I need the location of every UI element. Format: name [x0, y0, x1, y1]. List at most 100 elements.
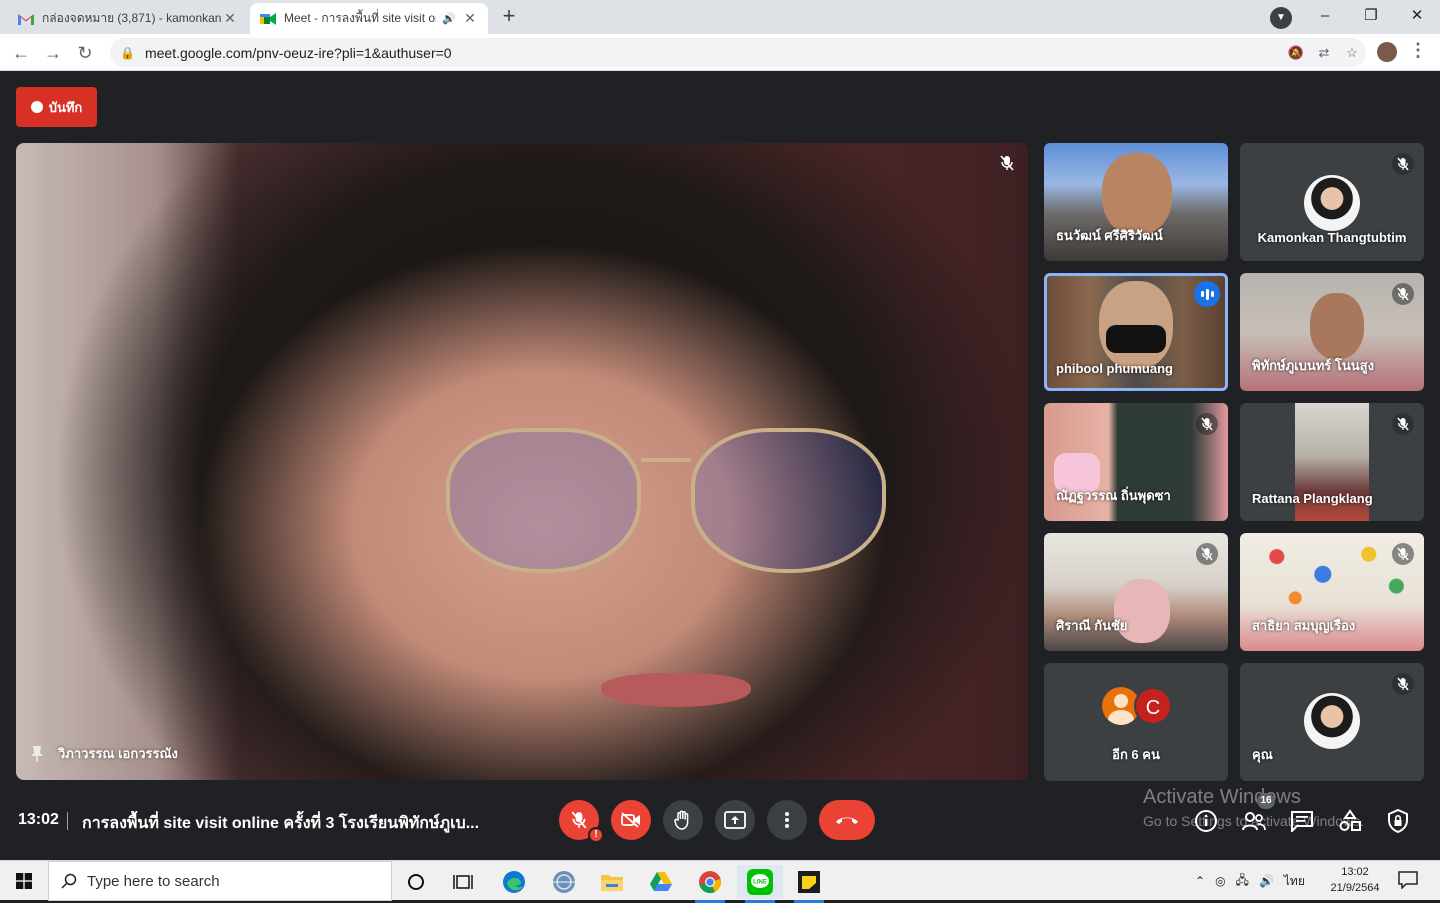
- meeting-time: 13:02: [18, 811, 59, 828]
- reload-icon[interactable]: ↻: [72, 40, 98, 66]
- present-screen-icon: [724, 811, 746, 829]
- raise-hand-button[interactable]: [663, 800, 703, 840]
- forward-icon[interactable]: →: [40, 40, 66, 66]
- record-dot-icon: [30, 101, 43, 113]
- network-globe-icon[interactable]: [541, 865, 587, 899]
- activities-button[interactable]: [1336, 807, 1364, 835]
- more-options-button[interactable]: [767, 800, 807, 840]
- chat-icon: [1291, 811, 1313, 832]
- cortana-icon[interactable]: [393, 865, 439, 899]
- address-bar[interactable]: 🔒 meet.google.com/pnv-oeuz-ire?pli=1&aut…: [110, 38, 1366, 67]
- line-icon[interactable]: LINE: [737, 865, 783, 903]
- participant-tile[interactable]: ศิราณี กันชัย: [1044, 533, 1228, 651]
- browser-tab-bar: กล่องจดหมาย (3,871) - kamonkan.t ✕ Meet …: [0, 0, 1440, 34]
- participant-tile[interactable]: Rattana Plangklang: [1240, 403, 1424, 521]
- audio-playing-icon[interactable]: 🔊: [442, 12, 456, 25]
- profile-avatar[interactable]: [1377, 42, 1397, 62]
- host-controls-button[interactable]: [1384, 807, 1412, 835]
- pin-icon[interactable]: [30, 745, 44, 763]
- meeting-control-bar: 13:02 การลงพื้นที่ site visit online ครั…: [0, 783, 1440, 860]
- network-icon[interactable]: 🖧: [1236, 871, 1249, 892]
- search-icon: [61, 873, 77, 889]
- mic-alert-icon: !: [588, 827, 604, 843]
- participant-name: พิทักษ์ภูเบนทร์ โนนสูง: [1252, 358, 1374, 373]
- record-button[interactable]: บันทึก: [16, 87, 97, 127]
- meet-icon: [260, 11, 276, 27]
- taskbar-search-input[interactable]: Type here to search: [48, 861, 392, 901]
- participant-name: ณัฏฐวรรณ ถิ่นพุดซา: [1056, 488, 1171, 503]
- participant-name: ศิราณี กันชัย: [1056, 618, 1128, 633]
- tab-gmail[interactable]: กล่องจดหมาย (3,871) - kamonkan.t ✕: [8, 3, 248, 34]
- system-tray: ⌃ ◎ 🖧 🔊 ไทย: [1195, 861, 1305, 901]
- edge-icon[interactable]: [491, 865, 537, 899]
- chat-button[interactable]: [1288, 807, 1316, 835]
- chrome-icon[interactable]: [687, 865, 733, 903]
- participant-name: phibool phumuang: [1056, 361, 1173, 376]
- back-icon[interactable]: ←: [8, 40, 34, 66]
- sticky-notes-icon[interactable]: [786, 865, 832, 903]
- video-feed: [1102, 153, 1172, 235]
- more-participants-tile[interactable]: C อีก 6 คน: [1044, 663, 1228, 781]
- bookmark-star-icon[interactable]: ☆: [1338, 45, 1366, 61]
- participant-tile[interactable]: ธนวัฒน์ ศรีศิริวัฒน์: [1044, 143, 1228, 261]
- chevron-up-icon[interactable]: ⌃: [1195, 874, 1205, 888]
- camera-toggle-button[interactable]: [611, 800, 651, 840]
- participant-tile[interactable]: พิทักษ์ภูเบนทร์ โนนสูง: [1240, 273, 1424, 391]
- mic-off-icon: [571, 811, 587, 829]
- participant-tile[interactable]: ณัฏฐวรรณ ถิ่นพุดซา: [1044, 403, 1228, 521]
- participant-tile[interactable]: สาธิยา สมบุญเรือง: [1240, 533, 1424, 651]
- search-placeholder: Type here to search: [87, 872, 220, 890]
- more-vert-icon: [785, 812, 789, 828]
- main-speaker-label: วิภาวรรณ เอกวรรณัง: [30, 743, 178, 764]
- avatar: [1304, 693, 1360, 749]
- windows-taskbar: Type here to search LINE ⌃ ◎ 🖧 🔊 ไทย 13:…: [0, 860, 1440, 903]
- self-tile[interactable]: คุณ: [1240, 663, 1424, 781]
- leave-call-button[interactable]: [819, 800, 875, 840]
- minimize-button[interactable]: –: [1302, 0, 1348, 34]
- translate-icon[interactable]: ⇄: [1310, 45, 1338, 61]
- task-view-icon[interactable]: [440, 865, 486, 899]
- tab-close-icon[interactable]: ✕: [462, 10, 478, 27]
- google-drive-icon[interactable]: [638, 865, 684, 899]
- avatar-letter: C: [1134, 687, 1172, 725]
- lock-icon[interactable]: 🔒: [120, 46, 135, 60]
- mic-off-icon: [1392, 413, 1414, 435]
- notifications-icon[interactable]: [1398, 871, 1418, 890]
- input-language[interactable]: ไทย: [1284, 872, 1305, 891]
- taskbar-clock[interactable]: 13:02 21/9/2564: [1322, 864, 1388, 896]
- participant-tile-speaking[interactable]: phibool phumuang: [1044, 273, 1228, 391]
- present-screen-button[interactable]: [715, 800, 755, 840]
- participant-name: Rattana Plangklang: [1252, 491, 1373, 506]
- main-speaker-tile[interactable]: วิภาวรรณ เอกวรรณัง: [16, 143, 1028, 780]
- mic-off-icon: [1196, 413, 1218, 435]
- participant-tile[interactable]: Kamonkan Thangtubtim: [1240, 143, 1424, 261]
- tab-search-icon[interactable]: ▼: [1270, 7, 1292, 29]
- meet-now-icon[interactable]: ◎: [1215, 874, 1225, 888]
- people-button[interactable]: [1240, 807, 1268, 835]
- new-tab-button[interactable]: +: [496, 4, 522, 30]
- mic-off-icon: [1392, 153, 1414, 175]
- close-window-button[interactable]: ✕: [1394, 0, 1440, 34]
- tab-title: Meet - การลงพื้นที่ site visit on: [284, 11, 437, 25]
- participant-name: สาธิยา สมบุญเรือง: [1252, 618, 1356, 633]
- main-speaker-name: วิภาวรรณ เอกวรรณัง: [58, 746, 178, 761]
- microphone-toggle-button[interactable]: !: [559, 800, 604, 843]
- browser-menu-icon[interactable]: ⋮: [1408, 40, 1428, 61]
- notifications-blocked-icon[interactable]: 🔕: [1282, 45, 1310, 61]
- more-participants-avatars: C: [1102, 687, 1172, 725]
- tab-meet[interactable]: Meet - การลงพื้นที่ site visit on 🔊 ✕: [250, 3, 488, 34]
- browser-toolbar: ← → ↻ 🔒 meet.google.com/pnv-oeuz-ire?pli…: [0, 34, 1440, 71]
- record-label: บันทึก: [48, 99, 83, 115]
- tab-close-icon[interactable]: ✕: [222, 10, 238, 27]
- mic-off-icon: [1392, 673, 1414, 695]
- restore-button[interactable]: ❐: [1348, 0, 1394, 34]
- meeting-details-button[interactable]: [1192, 807, 1220, 835]
- mic-off-icon: [1392, 543, 1414, 565]
- file-explorer-icon[interactable]: [589, 865, 635, 899]
- volume-icon[interactable]: 🔊: [1259, 874, 1274, 888]
- start-button[interactable]: [0, 861, 48, 901]
- participant-name: คุณ: [1252, 747, 1273, 762]
- video-feed-mask: [1106, 325, 1166, 353]
- url-text[interactable]: meet.google.com/pnv-oeuz-ire?pli=1&authu…: [145, 45, 1282, 61]
- clock-time: 13:02: [1341, 866, 1369, 878]
